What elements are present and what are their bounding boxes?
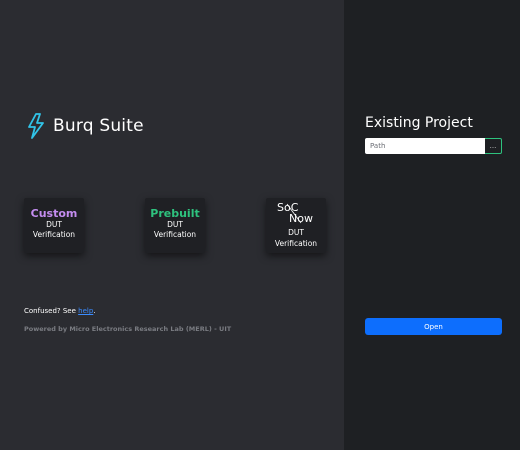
card-line2: Verification — [153, 230, 197, 239]
card-line2: Verification — [32, 230, 76, 239]
help-prefix: Confused? See — [24, 307, 79, 315]
help-suffix: . — [93, 307, 96, 315]
left-panel: Burq Suite Custom DUT Verification Prebu… — [0, 0, 344, 450]
path-row: ... — [365, 138, 502, 154]
card-line1: DUT — [167, 220, 183, 229]
socnow-logo: SoC Now — [273, 201, 319, 227]
powered-by-footer: Powered by Micro Electronics Research La… — [24, 325, 232, 333]
card-title: Custom — [30, 207, 78, 220]
lightning-bolt-icon — [27, 113, 45, 139]
card-line2: Verification — [274, 239, 318, 248]
help-link[interactable]: help — [78, 307, 93, 315]
custom-dut-card[interactable]: Custom DUT Verification — [24, 198, 84, 253]
prebuilt-dut-card[interactable]: Prebuilt DUT Verification — [145, 198, 205, 253]
app-brand: Burq Suite — [27, 113, 144, 139]
card-line1: DUT — [288, 228, 304, 237]
app-title: Burq Suite — [53, 116, 144, 136]
path-input[interactable] — [365, 138, 485, 154]
right-panel — [344, 0, 520, 450]
logo-now-text: Now — [289, 212, 313, 225]
socnow-dut-card[interactable]: SoC Now DUT Verification — [266, 198, 326, 253]
card-line1: DUT — [46, 220, 62, 229]
existing-project-heading: Existing Project — [365, 115, 473, 131]
open-button[interactable]: Open — [365, 318, 502, 335]
card-title: Prebuilt — [150, 207, 200, 220]
browse-button[interactable]: ... — [485, 138, 502, 154]
help-text: Confused? See help. — [24, 307, 96, 315]
